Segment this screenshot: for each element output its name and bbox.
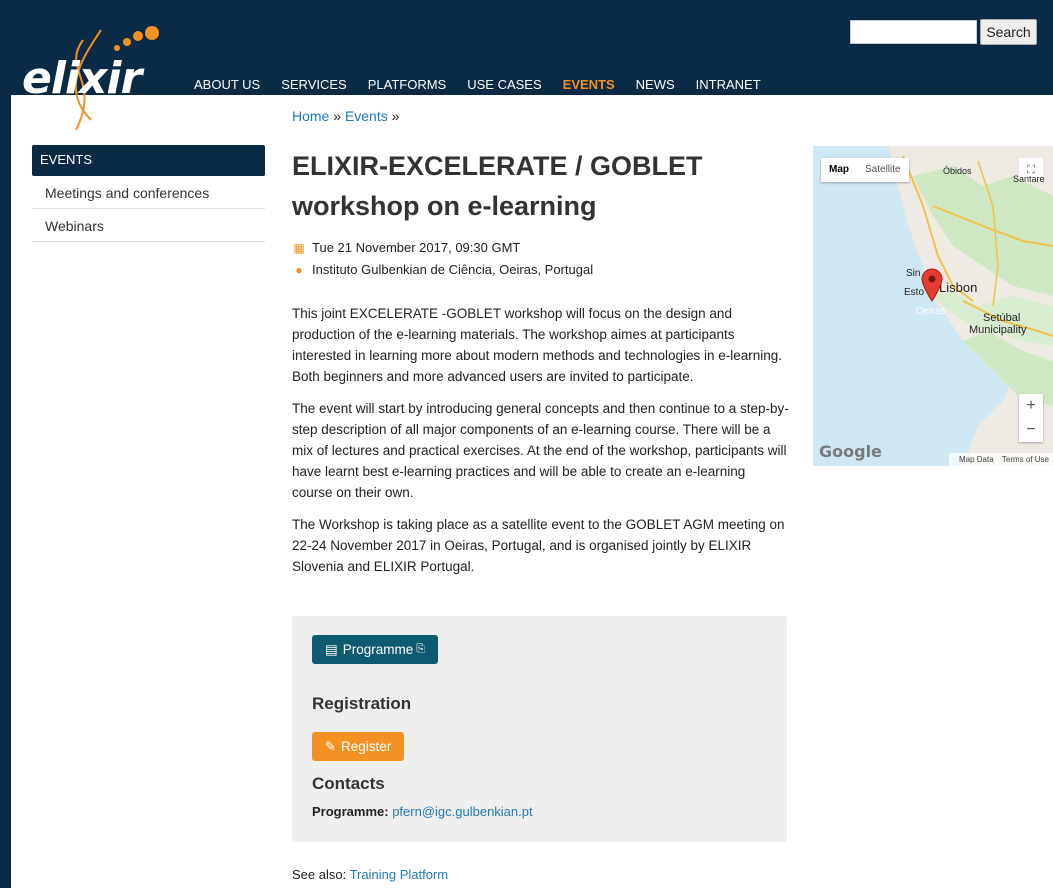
page-title: ELIXIR-EXCELERATE / GOBLET workshop on e… (292, 151, 703, 221)
event-location: Instituto Gulbenkian de Ciência, Oeiras,… (312, 262, 594, 277)
sidebar-heading[interactable]: EVENTS (32, 145, 265, 176)
contact-label: Programme: (312, 804, 389, 819)
breadcrumb-home[interactable]: Home (292, 108, 329, 124)
contact-email-link[interactable]: pfern@igc.gulbenkian.pt (392, 804, 532, 819)
map-label-santarem: Santare (1013, 174, 1045, 184)
pdf-icon: ⎘ (416, 643, 426, 655)
zoom-out-button[interactable]: − (1019, 418, 1043, 442)
event-date: Tue 21 November 2017, 09:30 GMT (312, 240, 521, 255)
map-type-satellite[interactable]: Satellite (857, 158, 909, 182)
map-label-setubal: Setúbal (983, 312, 1021, 324)
map-label-municipality: Municipality (969, 324, 1027, 336)
breadcrumb-separator: » (387, 108, 400, 124)
sidebar: EVENTS Meetings and conferences Webinars (32, 145, 265, 242)
breadcrumb-events[interactable]: Events (345, 108, 388, 124)
location-map[interactable]: Map Satellite ⛶ Óbidos Santare Sin Esto … (813, 146, 1053, 466)
breadcrumb: Home » Events » (292, 108, 399, 124)
search-button[interactable]: Search (980, 19, 1037, 45)
nav-services[interactable]: SERVICES (281, 77, 347, 92)
programme-button[interactable]: ▤ Programme ⎘ (312, 635, 438, 664)
contact-line: Programme: pfern@igc.gulbenkian.pt (312, 804, 533, 819)
sidebar-item-meetings[interactable]: Meetings and conferences (32, 176, 265, 209)
see-also-label: See also: (292, 867, 347, 882)
map-data-link[interactable]: Map Data (959, 455, 994, 464)
map-label-lisbon: Lisbon (939, 280, 978, 295)
nav-intranet[interactable]: INTRANET (696, 77, 761, 92)
description-paragraph: The Workshop is taking place as a satell… (292, 517, 785, 574)
event-location-row: ● Instituto Gulbenkian de Ciência, Oeiras… (292, 259, 593, 281)
map-label-sintra: Sin (906, 268, 921, 279)
breadcrumb-separator: » (329, 108, 345, 124)
edit-icon: ✎ (324, 738, 337, 754)
map-label-oeiras: Oeiras (916, 306, 946, 317)
event-date-row: ▦ Tue 21 November 2017, 09:30 GMT (292, 237, 593, 259)
event-meta: ▦ Tue 21 November 2017, 09:30 GMT ● Instit… (292, 237, 593, 281)
main-nav: ABOUT US SERVICES PLATFORMS USE CASES EV… (194, 77, 782, 92)
logo-text[interactable]: elixir (22, 53, 142, 104)
nav-platforms[interactable]: PLATFORMS (368, 77, 447, 92)
left-edge-bar (0, 0, 11, 888)
map-label-obidos: Óbidos (943, 166, 972, 176)
training-platform-link[interactable]: Training Platform (350, 867, 449, 882)
event-description: This joint EXCELERATE -GOBLET workshop w… (292, 303, 789, 588)
description-paragraph: The event will start by introducing gene… (292, 401, 789, 500)
document-icon: ▤ (324, 641, 338, 657)
register-button-label: Register (341, 739, 392, 754)
page: elixir ABOUT US SERVICES PLATFORMS USE C… (0, 0, 1053, 888)
nav-events[interactable]: EVENTS (563, 77, 615, 92)
search-input[interactable] (850, 20, 977, 44)
register-button[interactable]: ✎ Register (312, 732, 404, 761)
sidebar-item-webinars[interactable]: Webinars (32, 209, 265, 242)
contacts-heading: Contacts (312, 774, 385, 793)
event-info-box: ▤ Programme ⎘ Registration ✎ Register Co… (292, 616, 787, 842)
programme-button-label: Programme (342, 642, 414, 657)
zoom-in-button[interactable]: + (1019, 394, 1043, 418)
map-pin-icon[interactable] (920, 268, 944, 302)
map-marker-icon: ● (295, 263, 303, 277)
registration-heading: Registration (312, 694, 412, 713)
nav-use-cases[interactable]: USE CASES (467, 77, 541, 92)
zoom-control: + − (1019, 394, 1043, 442)
description-paragraph: This joint EXCELERATE -GOBLET workshop w… (292, 306, 783, 384)
nav-news[interactable]: NEWS (636, 77, 675, 92)
nav-about-us[interactable]: ABOUT US (194, 77, 260, 92)
map-attribution: Map Data Terms of Use (948, 453, 1053, 466)
map-type-map[interactable]: Map (821, 158, 857, 182)
terms-link[interactable]: Terms of Use (1002, 455, 1049, 464)
map-type-control: Map Satellite (821, 158, 909, 182)
see-also: See also: Training Platform (292, 867, 448, 882)
calendar-icon: ▦ (293, 241, 305, 255)
google-logo[interactable]: Google (819, 442, 882, 461)
